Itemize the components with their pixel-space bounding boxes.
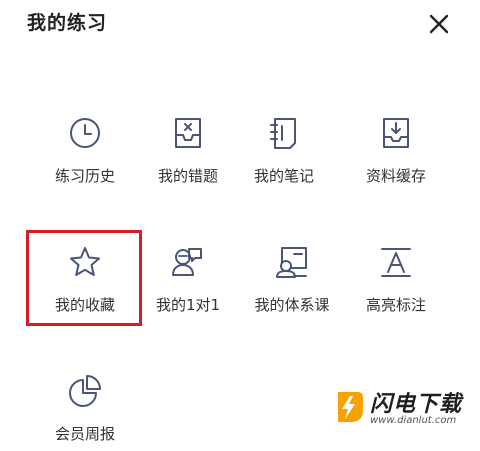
- clock-icon: [70, 118, 100, 148]
- grid-item-label: 会员周报: [54, 425, 115, 443]
- grid-item-label: 我的体系课: [254, 296, 330, 314]
- page-title: 我的练习: [27, 12, 108, 34]
- grid-item-my-notes[interactable]: 我的笔记: [230, 115, 338, 215]
- grid-item-member-weekly-report[interactable]: 会员周报: [31, 373, 139, 451]
- grid-item-label: 高亮标注: [365, 296, 426, 314]
- close-icon: [429, 14, 449, 34]
- grid-item-wrong-questions[interactable]: 我的错题: [134, 115, 242, 215]
- watermark: 闪电下载 www.dianlut.com: [332, 388, 472, 436]
- grid-item-label: 资料缓存: [365, 167, 426, 185]
- grid-item-one-on-one[interactable]: 我的1对1: [134, 244, 242, 344]
- grid-item-practice-history[interactable]: 练习历史: [31, 115, 139, 215]
- watermark-title: 闪电下载: [370, 392, 463, 417]
- practice-panel: 我的练习 练习历史 我的错题 我的笔记 资料缓存 我的收藏 我的1对1 我的体系…: [0, 0, 480, 451]
- inbox-x-icon: [175, 118, 201, 148]
- close-button[interactable]: [425, 10, 453, 38]
- grid-item-label: 我的笔记: [253, 167, 314, 185]
- grid-item-label: 练习历史: [54, 167, 115, 185]
- grid-item-highlight-annotations[interactable]: 高亮标注: [342, 244, 450, 344]
- course-screen-icon: [276, 247, 307, 278]
- tutor-chat-icon: [172, 248, 202, 276]
- grid-item-my-system-courses[interactable]: 我的体系课: [238, 244, 346, 344]
- pie-chart-icon: [69, 375, 101, 407]
- highlight-text-icon: [381, 248, 411, 277]
- download-tray-icon: [383, 118, 409, 148]
- watermark-url: www.dianlut.com: [370, 415, 457, 426]
- lightning-logo-icon: [338, 392, 363, 422]
- highlight-annotation-box: [26, 230, 142, 326]
- grid-item-material-cache[interactable]: 资料缓存: [342, 115, 450, 215]
- grid-item-label: 我的错题: [157, 167, 218, 185]
- grid-item-label: 我的1对1: [155, 296, 221, 314]
- notebook-icon: [270, 118, 296, 149]
